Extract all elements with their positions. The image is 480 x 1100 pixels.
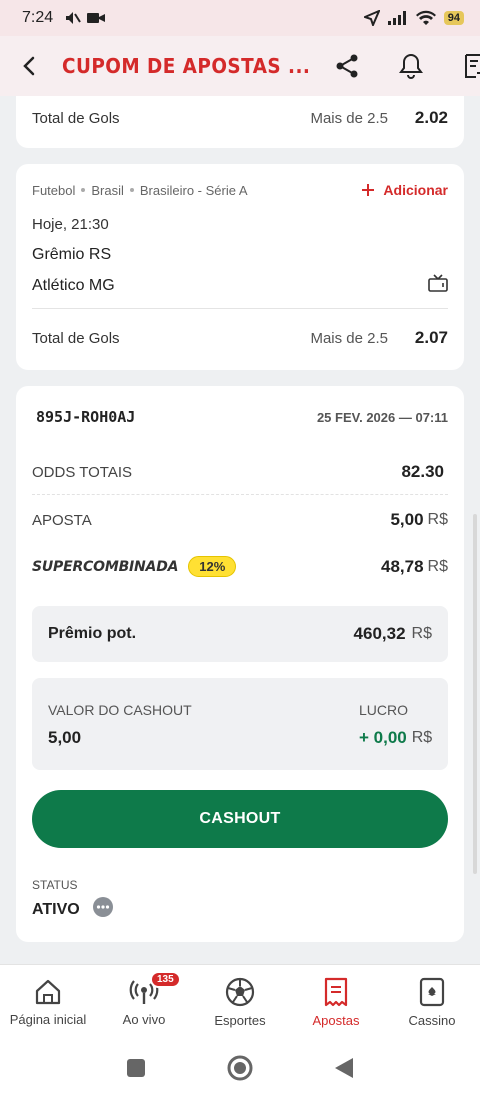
bet-summary-card: 895J-ROH0AJ 25 FEV. 2026 — 07:11 ODDS TO…	[16, 386, 464, 942]
cashout-value: 5,00	[48, 728, 82, 747]
system-navigation-bar	[0, 1040, 480, 1100]
supercombinada-row: SUPERCOMBINADA 12% 48,78 R$	[32, 556, 448, 577]
video-icon	[87, 13, 106, 23]
more-icon	[92, 897, 113, 917]
system-status-bar: 7:24 94	[0, 0, 480, 36]
prize-value: 460,32	[353, 624, 406, 643]
market-label: Total de Gols	[32, 329, 120, 347]
odd-value: 2.02	[414, 108, 448, 127]
nav-sports[interactable]: Esportes	[192, 965, 288, 1040]
share-button[interactable]	[332, 51, 362, 81]
battery-indicator: 94	[443, 11, 464, 25]
add-button[interactable]: Adicionar	[361, 182, 448, 198]
app-header: CUPOM DE APOSTAS ...	[0, 36, 480, 96]
nav-casino-label: Cassino	[408, 1013, 456, 1028]
league-crumb: Brasileiro - Série A	[139, 182, 248, 198]
bell-icon	[398, 53, 423, 79]
home-team: Grêmio RS	[32, 246, 112, 263]
playing-card-icon	[419, 977, 445, 1007]
tv-icon	[428, 274, 448, 292]
plus-icon	[362, 184, 375, 196]
status-value: ATIVO	[32, 900, 80, 918]
stake-row: APOSTA 5,00 R$	[32, 510, 448, 530]
nav-home-label: Página inicial	[9, 1012, 87, 1027]
supercombinada-label: SUPERCOMBINADA	[32, 558, 179, 575]
location-icon	[363, 10, 380, 26]
bet-selection-card: Futebol Brasil Brasileiro - Série A Adic…	[16, 164, 464, 370]
chevron-left-icon	[23, 56, 35, 76]
stake-value: 5,00	[390, 510, 424, 529]
nav-sports-label: Esportes	[214, 1013, 266, 1028]
potential-prize-box: Prêmio pot. 460,32 R$	[32, 606, 448, 662]
back-system-button[interactable]	[334, 1057, 354, 1084]
live-count-badge: 135	[150, 971, 181, 988]
market-label: Total de Gols	[32, 109, 120, 127]
home-system-button[interactable]	[226, 1054, 254, 1087]
supercombinada-value: 48,78	[381, 556, 424, 576]
note-add-icon	[464, 54, 480, 78]
share-icon	[336, 54, 358, 78]
add-to-slip-button[interactable]	[460, 51, 480, 81]
clock: 7:24	[22, 9, 54, 26]
boost-badge: 12%	[188, 556, 237, 577]
stake-label: APOSTA	[32, 511, 92, 529]
signal-icon	[387, 11, 406, 25]
prize-label: Prêmio pot.	[48, 625, 137, 642]
odd-value: 2.07	[414, 328, 448, 347]
back-button[interactable]	[22, 51, 36, 81]
live-stream-button[interactable]	[428, 274, 448, 297]
stake-currency: R$	[427, 511, 448, 528]
square-icon	[127, 1058, 145, 1077]
recents-button[interactable]	[126, 1058, 146, 1083]
total-odds-label: ODDS TOTAIS	[32, 463, 133, 481]
bet-code: 895J-ROH0AJ	[36, 408, 136, 426]
cashout-button[interactable]: CASHOUT	[32, 790, 448, 848]
circle-icon	[227, 1055, 253, 1080]
page-title: CUPOM DE APOSTAS ...	[62, 54, 311, 78]
status-info-button[interactable]	[92, 896, 114, 923]
prize-currency: R$	[411, 625, 432, 642]
sport-crumb: Futebol	[32, 182, 76, 198]
status-label: STATUS	[32, 878, 78, 892]
add-button-label: Adicionar	[383, 182, 448, 198]
nav-home[interactable]: Página inicial	[0, 965, 96, 1040]
selection-label: Mais de 2.5	[310, 329, 388, 347]
nav-bets[interactable]: Apostas	[288, 965, 384, 1040]
profit-value: + 0,00	[359, 728, 407, 747]
receipt-icon	[324, 977, 348, 1007]
bet-slip-content[interactable]: Total de Gols Mais de 2.5 2.02 Futebol B…	[0, 96, 480, 964]
total-odds-value: 82.30	[401, 462, 444, 481]
scrollbar[interactable]	[473, 514, 477, 874]
supercombinada-currency: R$	[427, 557, 448, 575]
bet-selection-card: Total de Gols Mais de 2.5 2.02	[16, 96, 464, 148]
soccer-ball-icon	[225, 977, 255, 1007]
country-crumb: Brasil	[91, 182, 124, 198]
nav-bets-label: Apostas	[312, 1013, 360, 1028]
home-icon	[35, 979, 61, 1005]
nav-live-label: Ao vivo	[122, 1012, 166, 1027]
selection-label: Mais de 2.5	[310, 109, 388, 127]
bottom-nav: Página inicial 135 Ao vivo Esportes Apos…	[0, 964, 480, 1040]
notifications-button[interactable]	[396, 51, 426, 81]
profit-label: LUCRO	[359, 702, 409, 718]
bet-date: 25 FEV. 2026 — 07:11	[316, 409, 448, 425]
nav-casino[interactable]: Cassino	[384, 965, 480, 1040]
match-time: Hoje, 21:30	[32, 216, 109, 233]
cashout-value-label: VALOR DO CASHOUT	[48, 702, 192, 718]
profit-currency: R$	[411, 729, 433, 746]
mute-icon	[66, 12, 81, 24]
cashout-value-box: VALOR DO CASHOUT 5,00 LUCRO + 0,00 R$	[32, 678, 448, 770]
nav-live[interactable]: 135 Ao vivo	[96, 965, 192, 1040]
breadcrumb: Futebol Brasil Brasileiro - Série A Adic…	[32, 182, 448, 198]
away-team: Atlético MG	[32, 276, 115, 294]
wifi-icon	[415, 10, 436, 25]
total-odds-row: ODDS TOTAIS 82.30	[32, 462, 444, 482]
triangle-back-icon	[335, 1057, 353, 1078]
